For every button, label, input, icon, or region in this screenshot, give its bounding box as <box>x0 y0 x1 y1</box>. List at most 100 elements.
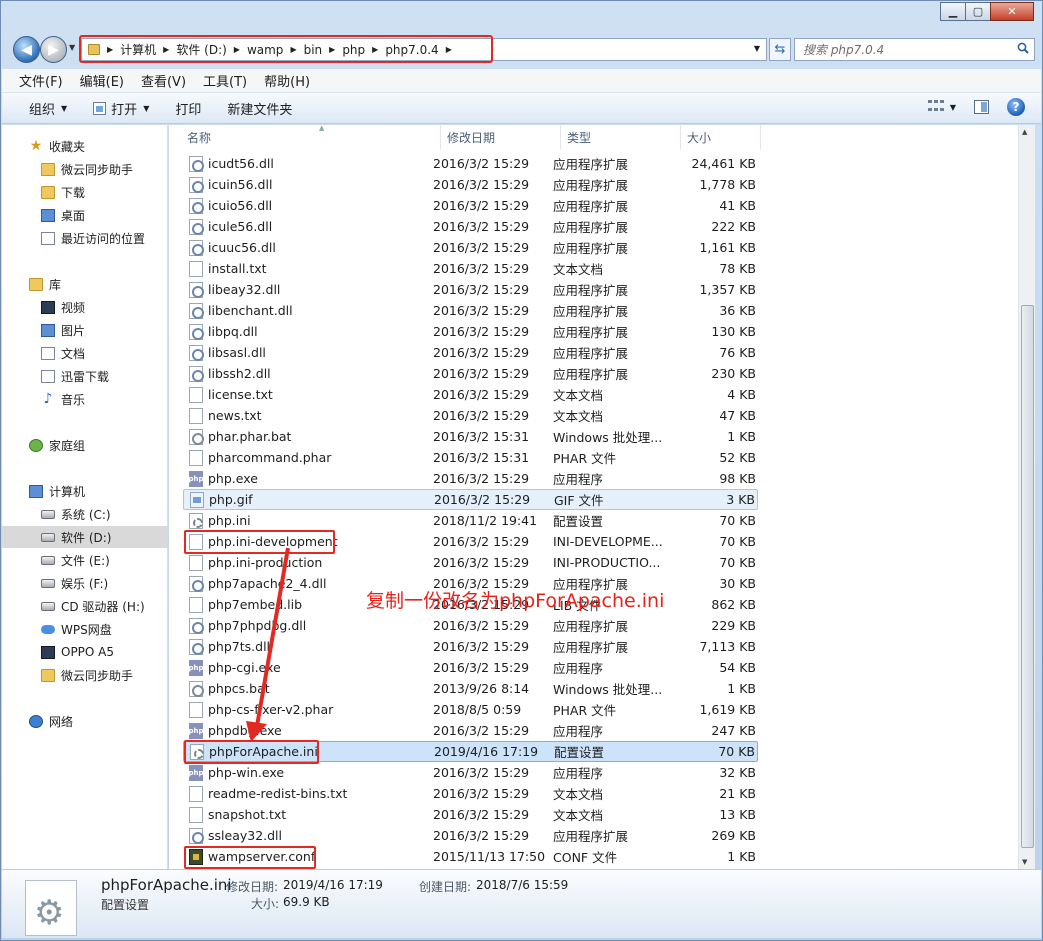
file-row[interactable]: phpcs.bat 2013/9/26 8:14 Windows 批处理... 1 K… <box>183 678 758 699</box>
view-options-icon[interactable] <box>927 100 944 114</box>
nav-item-oppo[interactable]: OPPO A5 <box>2 641 168 663</box>
scroll-up-icon[interactable]: ▲ <box>1022 128 1027 136</box>
breadcrumb-drive-d[interactable]: 软件 (D:) <box>176 41 226 58</box>
file-row[interactable]: php php-win.exe 2016/3/2 15:29 应用程序 32 KB <box>183 762 758 783</box>
file-row[interactable]: icule56.dll 2016/3/2 15:29 应用程序扩展 222 KB <box>183 216 758 237</box>
file-row[interactable]: libsasl.dll 2016/3/2 15:29 应用程序扩展 76 KB <box>183 342 758 363</box>
nav-item-recent[interactable]: 最近访问的位置 <box>2 227 168 249</box>
chevron-right-icon[interactable]: ▶ <box>234 45 240 54</box>
nav-homegroup[interactable]: 家庭组 <box>2 434 168 456</box>
address-dropdown-icon[interactable]: ▼ <box>754 44 760 53</box>
vertical-scrollbar[interactable]: ▲ ▼ <box>1018 125 1035 869</box>
breadcrumb-wamp[interactable]: wamp <box>247 43 283 57</box>
chevron-right-icon[interactable]: ▶ <box>446 45 452 54</box>
scroll-down-icon[interactable]: ▼ <box>1022 858 1027 866</box>
chevron-down-icon[interactable]: ▼ <box>950 103 956 112</box>
breadcrumb-php[interactable]: php <box>342 43 365 57</box>
file-row[interactable]: wampserver.conf 2015/11/13 17:50 CONF 文件 1 … <box>183 846 758 867</box>
file-row[interactable]: php.gif 2016/3/2 15:29 GIF 文件 3 KB <box>183 489 758 510</box>
column-header-date[interactable]: 修改日期 <box>441 125 561 150</box>
back-button[interactable]: ◀ <box>13 36 40 63</box>
chevron-right-icon[interactable]: ▶ <box>329 45 335 54</box>
nav-item-drive-d[interactable]: 软件 (D:) <box>2 526 168 548</box>
file-row[interactable]: snapshot.txt 2016/3/2 15:29 文本文档 13 KB <box>183 804 758 825</box>
breadcrumb-bin[interactable]: bin <box>304 43 323 57</box>
breadcrumb-computer[interactable]: 计算机 <box>120 41 156 58</box>
file-row[interactable]: ssleay32.dll 2016/3/2 15:29 应用程序扩展 269 KB <box>183 825 758 846</box>
file-row[interactable]: php.ini-development 2016/3/2 15:29 INI-DEV… <box>183 531 758 552</box>
file-row[interactable]: icudt56.dll 2016/3/2 15:29 应用程序扩展 24,461 KB <box>183 153 758 174</box>
file-row[interactable]: license.txt 2016/3/2 15:29 文本文档 4 KB <box>183 384 758 405</box>
file-row[interactable]: libeay32.dll 2016/3/2 15:29 应用程序扩展 1,357 KB <box>183 279 758 300</box>
menu-view[interactable]: 查看(V) <box>141 71 186 90</box>
nav-computer[interactable]: 计算机 <box>2 480 168 502</box>
nav-item-videos[interactable]: 视频 <box>2 296 168 318</box>
nav-item-music[interactable]: ♪ 音乐 <box>2 388 168 410</box>
nav-item-thunder[interactable]: 迅雷下载 <box>2 365 168 387</box>
nav-item-weiyun[interactable]: 微云同步助手 <box>2 158 168 180</box>
file-row[interactable]: pharcommand.phar 2016/3/2 15:31 PHAR 文件 52 … <box>183 447 758 468</box>
history-dropdown-icon[interactable]: ▼ <box>69 43 75 52</box>
nav-libraries[interactable]: 库 <box>2 273 168 295</box>
file-row[interactable]: libpq.dll 2016/3/2 15:29 应用程序扩展 130 KB <box>183 321 758 342</box>
file-row[interactable]: php.ini-production 2016/3/2 15:29 INI-PROD… <box>183 552 758 573</box>
chevron-right-icon[interactable]: ▶ <box>163 45 169 54</box>
refresh-button[interactable]: ⇆ <box>769 38 791 61</box>
nav-item-pictures[interactable]: 图片 <box>2 319 168 341</box>
chevron-right-icon[interactable]: ▶ <box>372 45 378 54</box>
nav-item-cd-drive[interactable]: CD 驱动器 (H:) <box>2 595 168 617</box>
file-row[interactable]: icuuc56.dll 2016/3/2 15:29 应用程序扩展 1,161 KB <box>183 237 758 258</box>
file-row[interactable]: phpForApache.ini 2019/4/16 17:19 配置设置 70 KB <box>183 741 758 762</box>
file-row[interactable]: icuio56.dll 2016/3/2 15:29 应用程序扩展 41 KB <box>183 195 758 216</box>
search-input[interactable]: 搜索 php7.0.4 <box>794 38 1035 61</box>
help-icon[interactable]: ? <box>1007 98 1025 116</box>
file-row[interactable]: libssh2.dll 2016/3/2 15:29 应用程序扩展 230 KB <box>183 363 758 384</box>
file-type: 应用程序扩展 <box>553 178 629 193</box>
forward-button[interactable]: ▶ <box>40 36 67 63</box>
menu-edit[interactable]: 编辑(E) <box>80 71 124 90</box>
menu-tools[interactable]: 工具(T) <box>203 71 247 90</box>
scroll-thumb[interactable] <box>1021 305 1034 848</box>
breadcrumb-php704[interactable]: php7.0.4 <box>385 43 438 57</box>
nav-item-drive-c[interactable]: 系统 (C:) <box>2 503 168 525</box>
chevron-right-icon[interactable]: ▶ <box>107 45 113 54</box>
file-row[interactable]: libenchant.dll 2016/3/2 15:29 应用程序扩展 36 KB <box>183 300 758 321</box>
column-header-type[interactable]: 类型 <box>561 125 681 150</box>
file-row[interactable]: php php-cgi.exe 2016/3/2 15:29 应用程序 54 KB <box>183 657 758 678</box>
nav-item-wps[interactable]: WPS网盘 <box>2 618 168 640</box>
close-button[interactable]: ✕ <box>990 2 1034 21</box>
search-icon[interactable] <box>1017 42 1029 54</box>
nav-item-drive-f[interactable]: 娱乐 (F:) <box>2 572 168 594</box>
open-button[interactable]: 打开 ▼ <box>93 99 149 118</box>
file-row[interactable]: php7phpdbg.dll 2016/3/2 15:29 应用程序扩展 229 KB <box>183 615 758 636</box>
nav-item-downloads[interactable]: 下载 <box>2 181 168 203</box>
nav-item-desktop[interactable]: 桌面 <box>2 204 168 226</box>
file-row[interactable]: news.txt 2016/3/2 15:29 文本文档 47 KB <box>183 405 758 426</box>
nav-item-weiyun-sync[interactable]: 微云同步助手 <box>2 664 168 686</box>
new-folder-button[interactable]: 新建文件夹 <box>227 99 292 118</box>
file-row[interactable]: readme-redist-bins.txt 2016/3/2 15:29 文本文档… <box>183 783 758 804</box>
chevron-right-icon[interactable]: ▶ <box>290 45 296 54</box>
nav-item-documents[interactable]: 文档 <box>2 342 168 364</box>
nav-network[interactable]: 网络 <box>2 710 168 732</box>
file-row[interactable]: php.ini 2018/11/2 19:41 配置设置 70 KB <box>183 510 758 531</box>
nav-item-drive-e[interactable]: 文件 (E:) <box>2 549 168 571</box>
print-button[interactable]: 打印 <box>175 99 201 118</box>
file-row[interactable]: php phpdbg.exe 2016/3/2 15:29 应用程序 247 KB <box>183 720 758 741</box>
preview-pane-icon[interactable] <box>974 100 989 114</box>
address-bar[interactable]: ▶ 计算机 ▶ 软件 (D:) ▶ wamp ▶ bin ▶ php ▶ php… <box>81 38 767 61</box>
file-row[interactable]: php7ts.dll 2016/3/2 15:29 应用程序扩展 7,113 KB <box>183 636 758 657</box>
minimize-button[interactable]: ▁ <box>940 2 966 21</box>
maximize-button[interactable]: ▢ <box>965 2 991 21</box>
column-header-size[interactable]: 大小 <box>681 125 761 150</box>
menu-file[interactable]: 文件(F) <box>19 71 63 90</box>
file-row[interactable]: icuin56.dll 2016/3/2 15:29 应用程序扩展 1,778 KB <box>183 174 758 195</box>
organize-button[interactable]: 组织 ▼ <box>29 99 67 118</box>
file-row[interactable]: phar.phar.bat 2016/3/2 15:31 Windows 批处理..… <box>183 426 758 447</box>
menu-help[interactable]: 帮助(H) <box>264 71 310 90</box>
file-row[interactable]: php-cs-fixer-v2.phar 2018/8/5 0:59 PHAR 文件… <box>183 699 758 720</box>
column-header-name[interactable]: 名称 ▲ <box>181 124 441 150</box>
file-row[interactable]: php php.exe 2016/3/2 15:29 应用程序 98 KB <box>183 468 758 489</box>
nav-favorites[interactable]: ★ 收藏夹 <box>2 135 168 157</box>
file-row[interactable]: install.txt 2016/3/2 15:29 文本文档 78 KB <box>183 258 758 279</box>
